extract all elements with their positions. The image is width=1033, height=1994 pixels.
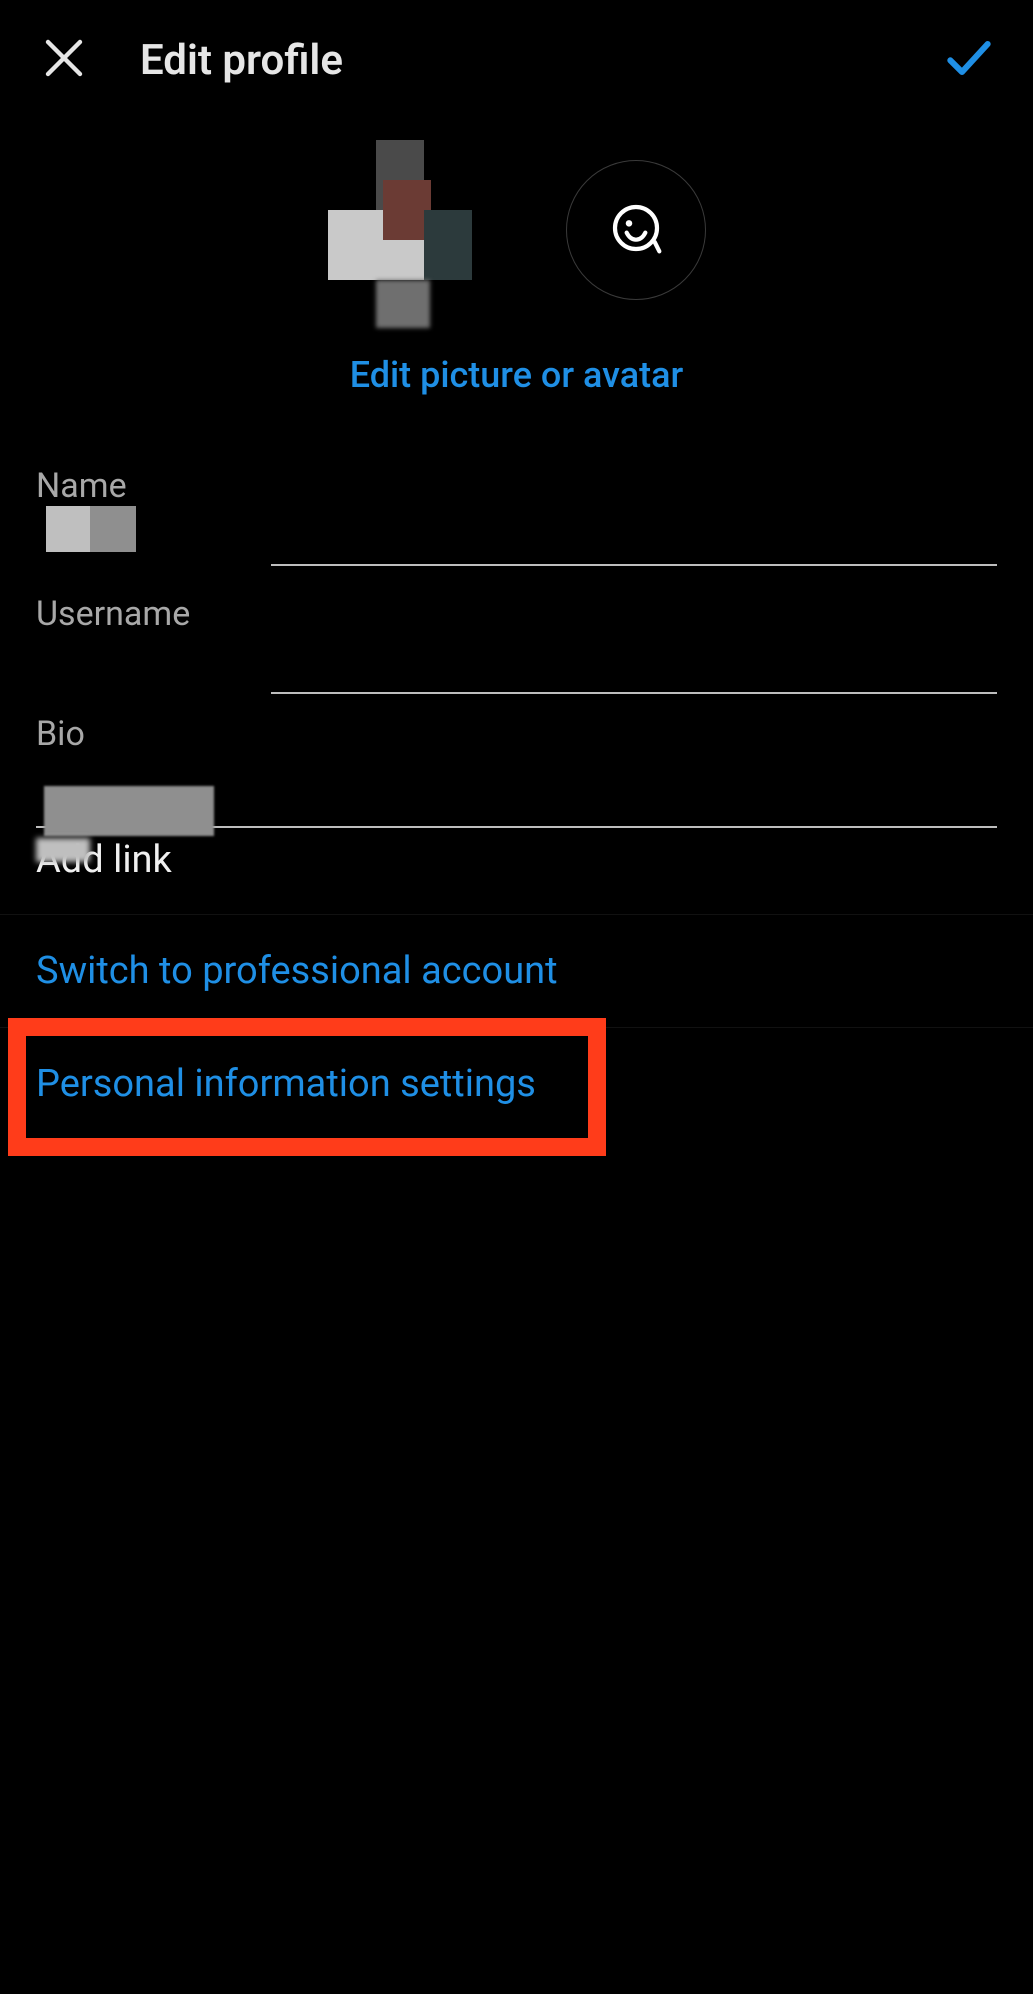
personal-info-settings-button[interactable]: Personal information settings: [0, 1028, 1033, 1140]
username-row: Username: [0, 584, 1033, 694]
personal-info-settings-label: Personal information settings: [36, 1062, 536, 1106]
close-button[interactable]: [36, 32, 92, 88]
check-icon: [941, 30, 997, 90]
add-link-button[interactable]: Add link: [0, 828, 1033, 914]
name-input[interactable]: [271, 506, 997, 548]
username-input-wrap[interactable]: [271, 614, 997, 694]
confirm-button[interactable]: [941, 32, 997, 88]
header: Edit profile: [0, 0, 1033, 120]
redaction-block: [90, 506, 136, 552]
fields-section: Name Username Bio Add link: [0, 456, 1033, 914]
switch-professional-button[interactable]: Switch to professional account: [0, 915, 1033, 1027]
name-label: Name: [36, 456, 271, 506]
avatar-button[interactable]: [566, 160, 706, 300]
bio-label: Bio: [36, 704, 997, 754]
avatar-row: [0, 140, 1033, 320]
close-icon: [40, 34, 88, 86]
name-row: Name: [0, 456, 1033, 566]
username-label: Username: [36, 584, 271, 634]
avatar-icon: [608, 200, 664, 260]
page-title: Edit profile: [140, 36, 941, 85]
username-input[interactable]: [271, 634, 997, 676]
name-input-wrap[interactable]: [271, 486, 997, 566]
redaction-block: [44, 786, 214, 836]
bio-input-wrap[interactable]: [36, 810, 997, 828]
redaction-block: [36, 838, 90, 862]
edit-picture-link[interactable]: Edit picture or avatar: [0, 354, 1033, 396]
profile-picture[interactable]: [328, 140, 508, 320]
bio-row: Bio: [0, 704, 1033, 828]
